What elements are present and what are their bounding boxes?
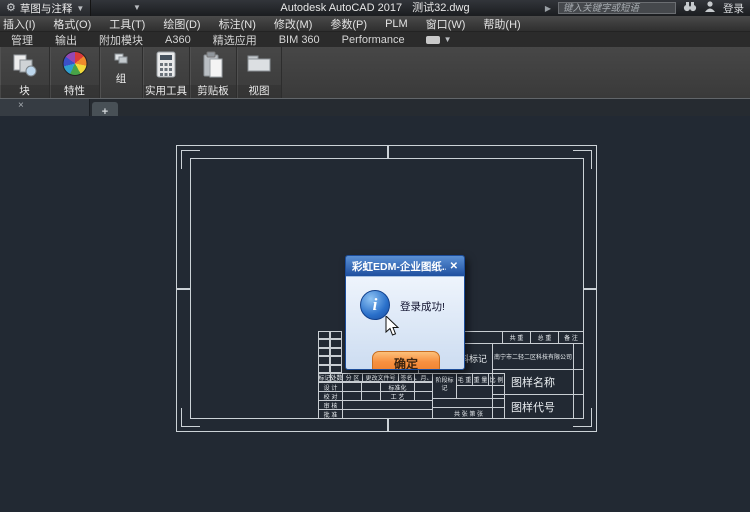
ribbon-tab-manage[interactable]: 管理	[0, 32, 44, 48]
titleblock-register-grid	[318, 331, 342, 373]
panel-block[interactable]: 块	[0, 47, 50, 98]
panel-label-block: 块	[0, 85, 49, 98]
menu-plm[interactable]: PLM	[376, 18, 417, 30]
view-folder-icon	[246, 51, 272, 79]
titleblock-drawing-name: 图样名称	[492, 369, 574, 395]
ribbon-tab-performance[interactable]: Performance	[331, 34, 416, 46]
dialog-close-icon[interactable]: ✕	[446, 261, 458, 272]
menu-help[interactable]: 帮助(H)	[474, 16, 529, 32]
autocad-window: ⚙ 草图与注释 ▼ ▼ Autodesk AutoCAD 2017测试32.dw…	[0, 0, 750, 512]
panel-group[interactable]: 组	[100, 47, 143, 98]
dialog-title: 彩虹EDM-企业图纸...	[352, 259, 446, 274]
chevron-down-icon: ▼	[444, 35, 452, 44]
corner-mark	[181, 408, 200, 427]
panel-view[interactable]: 视图	[237, 47, 282, 98]
dialog-body: i 登录成功! 确定	[346, 276, 464, 370]
ribbon-tab-bar: 管理 输出 附加模块 A360 精选应用 BIM 360 Performance…	[0, 32, 750, 47]
group-icon	[114, 51, 128, 69]
panel-label-utilities: 实用工具	[143, 85, 189, 98]
corner-mark	[573, 150, 592, 169]
menu-dimension[interactable]: 标注(N)	[210, 16, 265, 32]
titleblock-cell	[573, 394, 584, 419]
menu-tools[interactable]: 工具(T)	[100, 16, 154, 32]
panel-label-view: 视图	[237, 85, 281, 98]
signin-button[interactable]: 登录	[723, 1, 744, 16]
search-binoculars-icon[interactable]	[683, 0, 697, 17]
titleblock-cell: 分 区	[342, 373, 363, 382]
corner-mark	[181, 150, 200, 169]
titleblock-cell: 更改文件号	[362, 373, 399, 382]
panel-properties[interactable]: 特性	[50, 47, 100, 98]
calculator-icon	[155, 51, 177, 83]
titleblock-cell	[342, 409, 433, 419]
ribbon-tab-bim360[interactable]: BIM 360	[268, 34, 331, 46]
panel-utilities[interactable]: 实用工具	[143, 47, 190, 98]
ribbon-tab-output[interactable]: 输出	[44, 32, 88, 48]
menu-modify[interactable]: 修改(M)	[265, 16, 322, 32]
center-mark	[176, 288, 190, 290]
title-bar: ⚙ 草图与注释 ▼ ▼ Autodesk AutoCAD 2017测试32.dw…	[0, 0, 750, 16]
menu-window[interactable]: 窗口(W)	[417, 16, 475, 32]
ribbon-tab-featured-apps[interactable]: 精选应用	[202, 32, 268, 48]
titleblock-cell	[573, 369, 584, 395]
close-icon[interactable]: ×	[18, 100, 24, 111]
mouse-cursor-icon	[385, 316, 401, 343]
titlebar-right-cluster: ▶ 登录	[545, 0, 744, 16]
titleblock-cell: 批 准	[318, 409, 343, 419]
drawing-canvas[interactable]: 标记 处数 分 区 更改文件号 签名 年、月、日 设 计 校 对 审 核 批 准…	[0, 116, 750, 512]
titleblock-cell: 阶段标记	[432, 373, 457, 399]
titleblock-cell	[573, 343, 584, 370]
file-tab-bar: × +	[0, 99, 750, 116]
app-title: Autodesk AutoCAD 2017	[280, 2, 402, 14]
expand-arrow-icon[interactable]: ▶	[545, 4, 551, 13]
menu-format[interactable]: 格式(O)	[44, 16, 100, 32]
dialog-message: 登录成功!	[400, 299, 445, 314]
new-drawing-tab-button[interactable]: +	[92, 102, 118, 116]
titleblock-cell: 签名	[398, 373, 415, 382]
menu-draw[interactable]: 绘图(D)	[154, 16, 209, 32]
panel-label-group: 组	[116, 71, 127, 86]
menu-bar: 插入(I) 格式(O) 工具(T) 绘图(D) 标注(N) 修改(M) 参数(P…	[0, 16, 750, 32]
ok-button[interactable]: 确定	[372, 351, 440, 370]
drawing-file-tab[interactable]: ×	[0, 99, 90, 116]
ribbon-tab-addins[interactable]: 附加模块	[88, 32, 154, 48]
titleblock-company: 南宁市二轻二区科技有限公司	[492, 343, 574, 370]
edm-login-dialog: 彩虹EDM-企业图纸... ✕ i 登录成功! 确定	[345, 255, 465, 370]
dialog-title-bar[interactable]: 彩虹EDM-企业图纸... ✕	[346, 256, 464, 276]
user-icon[interactable]	[704, 0, 716, 17]
search-input[interactable]	[558, 2, 676, 14]
center-mark	[387, 419, 389, 432]
menu-parametric[interactable]: 参数(P)	[321, 16, 376, 32]
properties-wheel-icon	[62, 51, 87, 76]
ribbon-toggle-icon	[426, 36, 440, 44]
titleblock-cell: 年、月、日	[414, 373, 433, 382]
clipboard-icon	[201, 51, 225, 84]
document-name: 测试32.dwg	[412, 2, 469, 14]
panel-label-clipboard: 剪贴板	[190, 85, 236, 98]
titleblock-drawing-code: 图样代号	[492, 394, 574, 419]
ribbon-panels: 块 特性 组 实用工具 剪贴板	[0, 47, 750, 99]
menu-insert[interactable]: 插入(I)	[0, 16, 44, 32]
panel-clipboard[interactable]: 剪贴板	[190, 47, 237, 98]
ribbon-display-toggle[interactable]: ▼	[426, 35, 452, 44]
center-mark	[387, 145, 389, 158]
ribbon-tab-a360[interactable]: A360	[154, 34, 202, 46]
block-icon	[11, 51, 39, 84]
center-mark	[584, 288, 597, 290]
panel-label-properties: 特性	[50, 85, 99, 98]
